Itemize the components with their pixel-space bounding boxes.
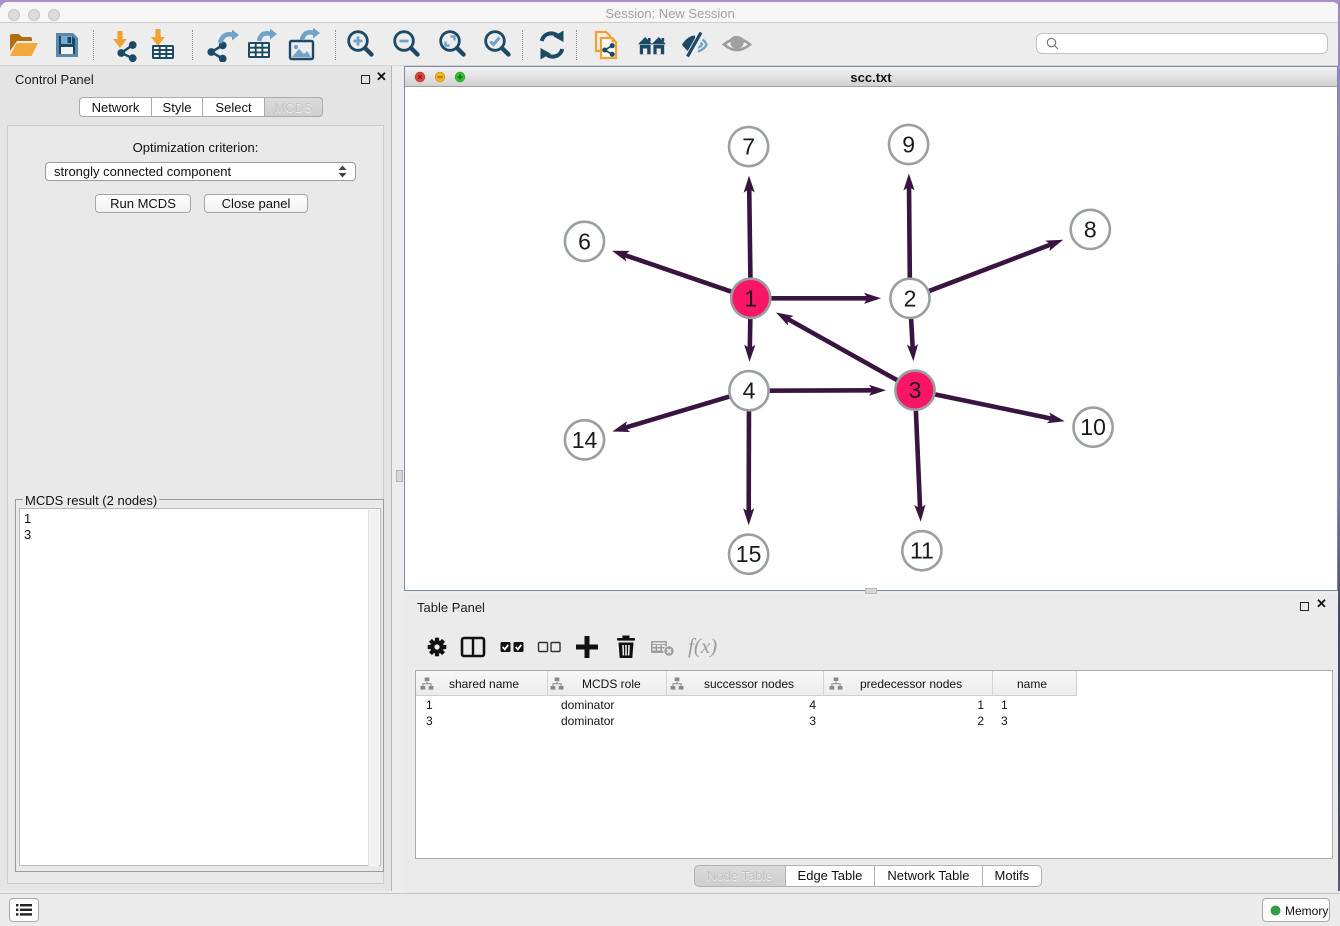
svg-text:9: 9	[902, 132, 915, 158]
svg-text:4: 4	[743, 378, 756, 404]
svg-text:6: 6	[578, 228, 591, 254]
svg-text:2: 2	[904, 285, 917, 311]
svg-text:15: 15	[736, 541, 762, 567]
svg-text:7: 7	[742, 134, 755, 160]
svg-text:3: 3	[909, 377, 922, 403]
svg-text:11: 11	[910, 538, 934, 564]
svg-text:8: 8	[1084, 216, 1097, 242]
svg-text:1: 1	[744, 285, 757, 311]
svg-text:10: 10	[1080, 414, 1106, 440]
svg-text:14: 14	[572, 427, 598, 453]
